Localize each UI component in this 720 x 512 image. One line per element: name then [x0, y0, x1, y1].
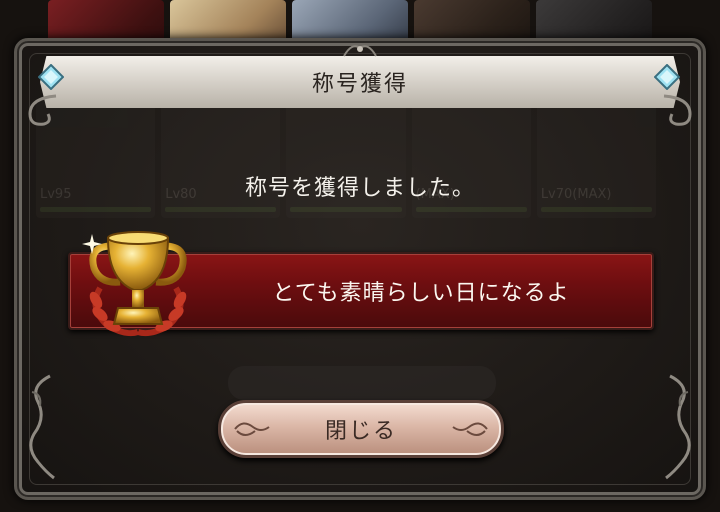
- card-exp-bar: [165, 207, 277, 212]
- dialog-title: 称号獲得: [311, 72, 408, 97]
- side-ornament-icon: [665, 374, 691, 480]
- side-ornament-icon: [29, 374, 55, 480]
- card-exp-bar: [540, 207, 653, 212]
- awarded-title-text: とても素晴らしい日になるよ: [272, 281, 570, 306]
- card-exp-bar: [290, 207, 402, 212]
- diamond-gem-icon: [654, 64, 680, 90]
- acquired-message: 称号を獲得しました。: [244, 176, 475, 201]
- scroll-ornament-icon: [28, 94, 57, 126]
- background-button: [228, 366, 496, 400]
- scroll-ornament-icon: [663, 94, 692, 126]
- button-ornament-icon: [452, 422, 488, 436]
- gold-trophy-icon: [82, 231, 187, 337]
- dialog-title-banner: 称号獲得: [40, 56, 680, 108]
- close-button[interactable]: 閉じる: [218, 400, 504, 458]
- card-exp-bar: [40, 207, 152, 212]
- crest-ornament-icon: [343, 45, 377, 57]
- card-exp-bar: [415, 207, 527, 212]
- diamond-gem-icon: [38, 64, 64, 90]
